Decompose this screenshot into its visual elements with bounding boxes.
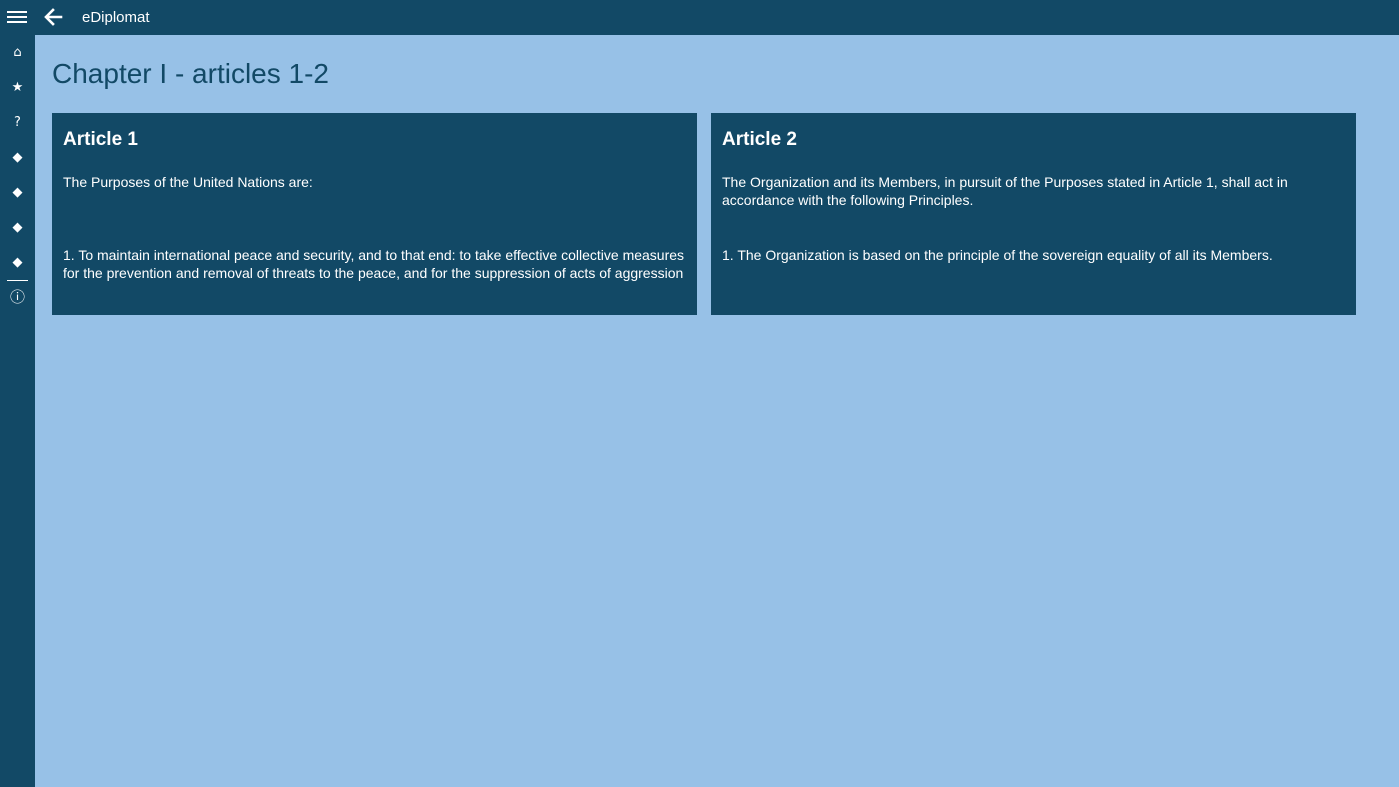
article-title: Article 2 [722, 129, 797, 150]
article-intro: The Purposes of the United Nations are: [63, 174, 313, 190]
sidebar-item-home[interactable]: ⌂ [0, 35, 35, 70]
sidebar-item-section-3[interactable]: ◆ [0, 210, 35, 245]
article-body: 1. The Organization is based on the prin… [722, 247, 1273, 263]
top-bar: eDiplomat [0, 0, 1399, 35]
sidebar-item-favorites[interactable]: ★ [0, 70, 35, 105]
sidebar: ⌂ ★ ? ◆ ◆ ◆ ◆ ⓘ [0, 35, 35, 787]
app-title: eDiplomat [82, 9, 150, 26]
sidebar-item-section-1[interactable]: ◆ [0, 140, 35, 175]
info-icon: ⓘ [9, 288, 25, 306]
diamond-icon: ◆ [12, 150, 23, 165]
question-icon: ? [14, 115, 21, 130]
article-title: Article 1 [63, 129, 138, 150]
home-icon: ⌂ [13, 45, 22, 60]
article-card-1[interactable]: Article 1 The Purposes of the United Nat… [52, 113, 697, 315]
sidebar-item-section-4[interactable]: ◆ [0, 245, 35, 280]
sidebar-item-section-2[interactable]: ◆ [0, 175, 35, 210]
diamond-icon: ◆ [12, 185, 23, 200]
diamond-icon: ◆ [12, 255, 23, 270]
sidebar-item-info[interactable]: ⓘ [0, 280, 35, 315]
hamburger-menu-icon[interactable] [7, 11, 27, 25]
back-arrow-icon[interactable] [41, 6, 65, 28]
sidebar-item-help[interactable]: ? [0, 105, 35, 140]
article-card-2[interactable]: Article 2 The Organization and its Membe… [711, 113, 1356, 315]
page-title: Chapter I - articles 1-2 [52, 58, 329, 89]
article-intro: The Organization and its Members, in pur… [722, 174, 1288, 208]
star-icon: ★ [11, 80, 24, 95]
diamond-icon: ◆ [12, 220, 23, 235]
article-body: 1. To maintain international peace and s… [63, 247, 685, 286]
